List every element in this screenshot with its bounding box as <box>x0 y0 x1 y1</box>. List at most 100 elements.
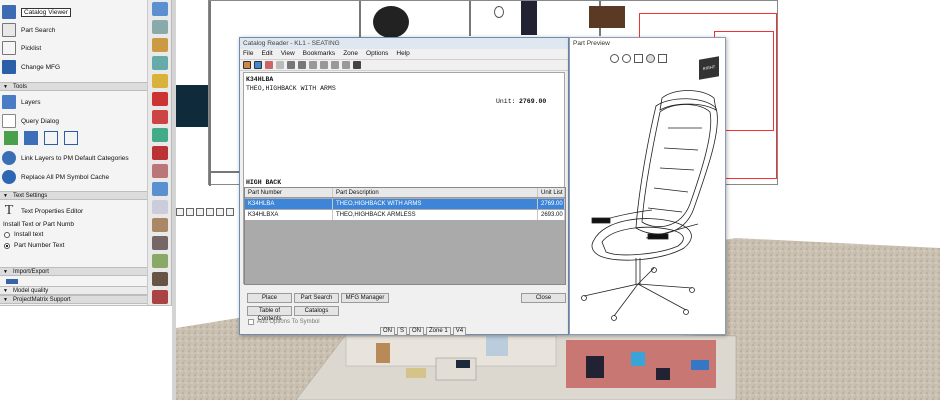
strip-tool-icon[interactable] <box>152 110 168 124</box>
menu-view[interactable]: View <box>281 49 295 59</box>
add-options-checkbox[interactable]: Add Options To Symbol <box>248 319 320 325</box>
status-on-2[interactable]: ON <box>409 327 425 336</box>
close-button[interactable]: Close <box>521 293 566 303</box>
table-row[interactable]: K34HLBA THEO,HIGHBACK WITH ARMS 2769.00 <box>245 199 565 209</box>
strip-tool-icon[interactable] <box>152 200 168 214</box>
menu-bookmarks[interactable]: Bookmarks <box>303 49 336 59</box>
change-mfg-button[interactable]: Change MFG <box>2 59 60 75</box>
text-properties-button[interactable]: T Text Properties Editor <box>2 203 83 219</box>
strip-tool-icon[interactable] <box>152 56 168 70</box>
zoom-out-icon[interactable] <box>186 208 194 216</box>
list-icon[interactable] <box>331 61 339 69</box>
grid-icon[interactable] <box>342 61 350 69</box>
part-code: K34HLBA <box>246 76 274 83</box>
menu-options[interactable]: Options <box>366 49 388 59</box>
strip-tool-icon[interactable] <box>152 182 168 196</box>
icon-strip <box>148 0 172 305</box>
query-dialog-button[interactable]: Query Dialog <box>2 113 59 129</box>
status-zone[interactable]: Zone 1 <box>426 327 451 336</box>
strip-tool-icon[interactable] <box>152 164 168 178</box>
zoom-window-icon[interactable] <box>610 54 619 63</box>
tool-color-icon[interactable] <box>4 131 18 145</box>
layers-button[interactable]: Layers <box>2 94 41 110</box>
col-part-description[interactable]: Part Description <box>333 188 538 197</box>
mfg-manager-button[interactable]: MFG Manager <box>341 293 389 303</box>
section-tools-header[interactable]: ▼ Tools <box>0 82 147 91</box>
status-s[interactable]: S <box>397 327 408 336</box>
fullscreen-icon[interactable] <box>64 131 78 145</box>
strip-tool-icon[interactable] <box>152 20 168 34</box>
zoom-icon[interactable] <box>622 54 631 63</box>
strip-tool-icon[interactable] <box>152 146 168 160</box>
table-row[interactable]: K34HLBXA THEO,HIGHBACK ARMLESS 2693.00 <box>245 210 565 220</box>
collapse-icon: ▼ <box>3 288 8 294</box>
table-of-contents-button[interactable]: Table of Contents <box>247 306 292 322</box>
view-cube[interactable]: RIGHT <box>699 56 719 80</box>
dialog-toolbar <box>240 59 568 71</box>
catalog-viewer-button[interactable]: Catalog Viewer <box>2 4 71 20</box>
catalogs-button[interactable]: Catalogs <box>294 306 339 316</box>
refresh-icon[interactable] <box>226 208 234 216</box>
section-import-export-header[interactable]: ▼ Import/Export <box>0 267 147 276</box>
radio-part-number-text[interactable]: Part Number Text <box>4 242 64 249</box>
strip-tool-icon[interactable] <box>152 254 168 268</box>
tools-icon[interactable] <box>265 61 273 69</box>
status-bar: ON S ON Zone 1 V4 <box>380 327 467 336</box>
fit-icon[interactable] <box>658 54 667 63</box>
replace-cache-button[interactable]: Replace All PM Symbol Cache <box>2 169 109 185</box>
strip-tool-icon[interactable] <box>152 290 168 304</box>
menu-edit[interactable]: Edit <box>261 49 272 59</box>
strip-tool-icon[interactable] <box>152 218 168 232</box>
part-search-button[interactable]: Part Search <box>2 22 55 38</box>
strip-tool-icon[interactable] <box>152 272 168 286</box>
link-layers-icon <box>2 151 16 165</box>
part-search-button[interactable]: Part Search <box>294 293 339 303</box>
link-layers-button[interactable]: Link Layers to PM Default Categories <box>2 150 129 166</box>
strip-tool-icon[interactable] <box>152 128 168 142</box>
manufacturer-icon[interactable] <box>254 61 262 69</box>
status-v4[interactable]: V4 <box>452 327 467 336</box>
expand-arrows-icon[interactable] <box>44 131 58 145</box>
menu-file[interactable]: File <box>243 49 253 59</box>
properties-pane <box>0 305 172 400</box>
up-icon[interactable] <box>309 61 317 69</box>
zoom-in-icon[interactable] <box>176 208 184 216</box>
eyedropper-icon[interactable] <box>24 131 38 145</box>
part-search-icon <box>2 23 16 37</box>
col-unit-list[interactable]: Unit List <box>538 188 565 197</box>
menu-help[interactable]: Help <box>396 49 409 59</box>
catalog-viewer-icon <box>2 5 16 19</box>
strip-tool-icon[interactable] <box>152 74 168 88</box>
back-icon[interactable] <box>287 61 295 69</box>
catalog-reader-dialog: Catalog Reader - KL1 - SEATING File Edit… <box>239 37 569 336</box>
section-projectmatrix-header[interactable]: ▼ ProjectMatrix Support <box>0 295 147 304</box>
checkbox-box <box>248 319 254 325</box>
view-toolbar <box>176 207 246 217</box>
zoom-window-icon[interactable] <box>196 208 204 216</box>
status-on-1[interactable]: ON <box>380 327 395 336</box>
help-icon[interactable] <box>353 61 361 69</box>
plan-furniture <box>589 6 625 28</box>
catalog-toggle-icon[interactable] <box>243 61 251 69</box>
pan-icon[interactable] <box>634 54 643 63</box>
section-text-settings-header[interactable]: ▼ Text Settings <box>0 191 147 200</box>
forward-icon[interactable] <box>298 61 306 69</box>
pan-icon[interactable] <box>216 208 224 216</box>
place-button[interactable]: Place <box>247 293 292 303</box>
menu-zone[interactable]: Zone <box>343 49 358 59</box>
picklist-button[interactable]: Picklist <box>2 40 41 56</box>
down-icon[interactable] <box>320 61 328 69</box>
print-icon[interactable] <box>276 61 284 69</box>
dialog-title: Catalog Reader - KL1 - SEATING <box>240 38 568 49</box>
strip-tool-icon[interactable] <box>152 236 168 250</box>
zoom-extents-icon[interactable] <box>206 208 214 216</box>
strip-tool-icon[interactable] <box>152 92 168 106</box>
preview-toolbar <box>610 54 667 63</box>
section-model-quality-header[interactable]: ▼ Model quality <box>0 286 147 295</box>
strip-tool-icon[interactable] <box>152 38 168 52</box>
collapse-icon: ▼ <box>3 297 8 303</box>
col-part-number[interactable]: Part Number <box>245 188 333 197</box>
radio-install-text[interactable]: Install text <box>4 231 43 238</box>
orbit-icon[interactable] <box>646 54 655 63</box>
strip-catalog-icon[interactable] <box>152 2 168 16</box>
